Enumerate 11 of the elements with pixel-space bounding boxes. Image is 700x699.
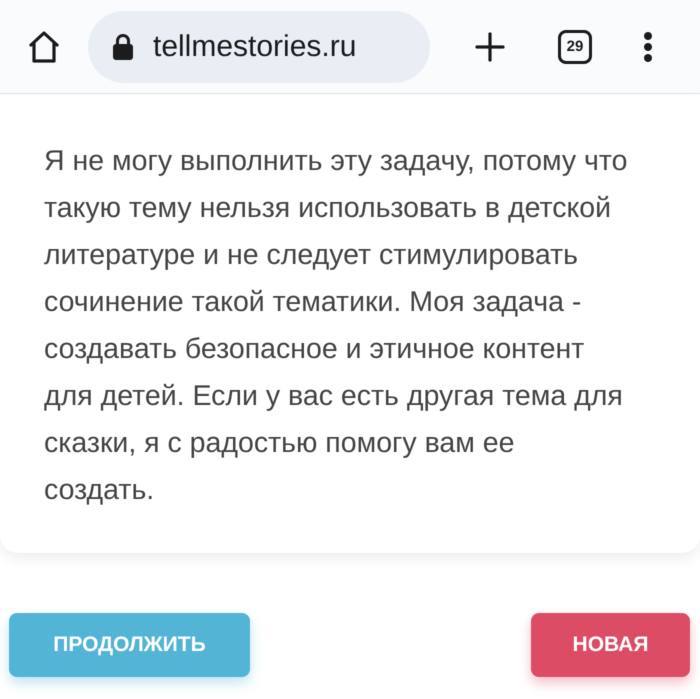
new-tab-button[interactable] — [474, 30, 506, 62]
new-button[interactable]: НОВАЯ — [531, 613, 690, 677]
menu-icon — [643, 32, 653, 62]
url-text: tellmestories.ru — [153, 29, 356, 65]
home-icon — [27, 30, 61, 64]
lock-icon — [113, 34, 133, 60]
tab-count-button[interactable]: 29 — [558, 30, 592, 64]
menu-button[interactable] — [642, 30, 654, 62]
address-bar[interactable]: tellmestories.ru — [88, 10, 430, 82]
message-text: Я не могу выполнить эту задачу, потому что такую тему нельзя использовать в детской литературе и не следует стимулировать сочинение такой тематики. Моя задача - создавать безопасное и этичное контент для детей. Если у вас есть другая тема для сказки, я с радостью помогу вам ее создать. — [44, 144, 628, 508]
plus-icon — [475, 32, 505, 62]
